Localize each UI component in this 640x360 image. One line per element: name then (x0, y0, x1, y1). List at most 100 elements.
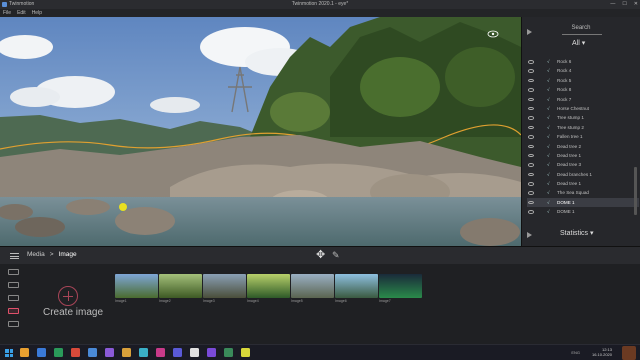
taskbar-app-icon[interactable] (88, 348, 97, 357)
scene-item[interactable]: √ Dead tree 1 (527, 151, 639, 160)
scene-item[interactable]: √ Tree stump 2 (527, 123, 639, 132)
taskbar-app-icon[interactable] (122, 348, 131, 357)
scene-item[interactable]: √ Rock 4 (527, 66, 639, 75)
taskbar-app-icon[interactable] (37, 348, 46, 357)
taskbar-apps (20, 348, 250, 357)
move-icon[interactable]: ✥ (316, 250, 325, 261)
export-icon[interactable] (8, 321, 19, 327)
bottom-toolbar: Media > Image ✥ ✎ (0, 246, 640, 264)
taskbar-app-icon[interactable] (241, 348, 250, 357)
scene-item[interactable]: √ Dead tree 3 (527, 160, 639, 169)
visibility-eye-icon[interactable] (528, 200, 534, 205)
scene-item-label: Dead tree 3 (557, 162, 582, 168)
image-thumbnail[interactable]: Image3 (203, 274, 246, 305)
taskbar-app-icon[interactable] (105, 348, 114, 357)
image-thumbnail[interactable]: Image5 (291, 274, 334, 305)
hamburger-menu-icon[interactable] (10, 253, 19, 259)
create-image-plus-icon[interactable] (58, 286, 78, 306)
taskbar-app-icon[interactable] (207, 348, 216, 357)
scene-item[interactable]: √ Tree stump 1 (527, 113, 639, 122)
scene-item[interactable]: √ Dead tree 2 (527, 142, 639, 151)
taskbar-app-icon[interactable] (20, 348, 29, 357)
adjust-icon[interactable] (8, 295, 19, 301)
scene-item[interactable]: √ Fallen tree 1 (527, 132, 639, 141)
scene-item[interactable]: √ Dead tree 1 (527, 179, 639, 188)
image-thumbnail[interactable]: Image7 (379, 274, 422, 305)
menu-bar: File Edit Help (0, 9, 640, 17)
visibility-eye-icon[interactable] (528, 135, 534, 139)
visibility-eye-icon[interactable] (528, 125, 534, 130)
tools-icon[interactable] (8, 282, 19, 288)
scene-item[interactable]: √ Rock 8 (527, 85, 639, 94)
taskbar-app-icon[interactable] (139, 348, 148, 357)
user-avatar[interactable] (622, 346, 636, 360)
scene-item-label: DOME 1 (557, 209, 575, 215)
os-taskbar: ENG 12:13 16.10.2020 (0, 344, 640, 360)
image-thumbnail[interactable]: Image6 (335, 274, 378, 305)
scene-item[interactable]: √ DOME 1 (527, 197, 639, 208)
taskbar-app-icon[interactable] (54, 348, 63, 357)
scene-item-label: Dead tree 1 (557, 152, 582, 158)
settings-icon[interactable] (8, 269, 19, 275)
scrollbar[interactable] (634, 167, 637, 215)
visibility-eye-icon[interactable] (528, 172, 534, 177)
minimize-button[interactable]: — (610, 0, 615, 9)
statistics-dropdown[interactable]: Statistics ▾ (560, 229, 593, 237)
scene-item-label: Fallen tree 1 (557, 134, 583, 140)
stats-expand-icon[interactable] (527, 232, 532, 238)
pen-icon[interactable]: ✎ (332, 250, 340, 261)
scene-item[interactable]: √ Rock 6 (527, 57, 639, 66)
image-thumbnail[interactable]: Image4 (247, 274, 290, 305)
expand-arrow-icon[interactable] (527, 29, 532, 35)
taskbar-app-icon[interactable] (173, 348, 182, 357)
visibility-eye-icon[interactable] (528, 69, 534, 73)
visibility-eye-icon[interactable] (528, 60, 534, 64)
tray-lang[interactable]: ENG (571, 350, 580, 355)
taskbar-app-icon[interactable] (224, 348, 233, 357)
visibility-eye-icon[interactable] (528, 88, 534, 92)
object-type-icon: √ (547, 190, 550, 196)
menu-help[interactable]: Help (32, 9, 42, 17)
menu-edit[interactable]: Edit (17, 9, 26, 17)
object-type-icon: √ (547, 209, 550, 215)
scene-item[interactable]: √ Rock 5 (527, 76, 639, 85)
thumbnail-preview (115, 274, 158, 298)
maximize-button[interactable]: ☐ (622, 0, 626, 9)
scene-item[interactable]: √ Dead branches 1 (527, 170, 639, 179)
search-field[interactable]: Search (542, 25, 620, 34)
image-thumbnail[interactable]: Image1 (115, 274, 158, 305)
menu-file[interactable]: File (3, 9, 11, 17)
scene-item[interactable]: √ The Sea Squad (527, 188, 639, 197)
3d-viewport[interactable] (0, 17, 521, 246)
breadcrumb-image[interactable]: Image (59, 251, 77, 258)
media-icon[interactable] (8, 308, 19, 314)
tray-clock[interactable]: 12:13 16.10.2020 (592, 347, 612, 357)
filter-dropdown[interactable]: All ▾ (572, 39, 585, 47)
scene-item[interactable]: √ Rock 7 (527, 95, 639, 104)
visibility-eye-icon[interactable] (528, 153, 534, 158)
scene-item[interactable]: √ Horse Chestnut (527, 104, 639, 113)
visibility-eye-icon[interactable] (528, 97, 534, 102)
visibility-eye-icon[interactable] (528, 106, 534, 111)
media-panel: Create image Image1 Image2 Image3 Image4 Ima… (0, 264, 640, 344)
visibility-eye-icon[interactable] (528, 116, 534, 120)
start-icon[interactable] (5, 349, 13, 357)
object-type-icon: √ (547, 59, 550, 64)
visibility-eye-icon[interactable] (528, 191, 534, 195)
visibility-eye-icon[interactable] (528, 163, 534, 167)
thumbnail-preview (291, 274, 334, 298)
window-title: Twinmotion 2020.1 - eye* (291, 1, 349, 7)
taskbar-app-icon[interactable] (156, 348, 165, 357)
close-button[interactable]: ✕ (634, 0, 638, 9)
visibility-eye-icon[interactable] (528, 144, 534, 149)
taskbar-app-icon[interactable] (190, 348, 199, 357)
taskbar-app-icon[interactable] (71, 348, 80, 357)
visibility-eye-icon[interactable] (528, 78, 534, 83)
scene-item[interactable]: √ DOME 1 (527, 207, 639, 216)
image-thumbnail[interactable]: Image2 (159, 274, 202, 305)
create-image-button[interactable]: Create image (43, 307, 103, 318)
visibility-eye-icon[interactable] (528, 210, 534, 214)
object-type-icon: √ (547, 134, 550, 140)
breadcrumb-media[interactable]: Media (27, 251, 45, 258)
visibility-eye-icon[interactable] (528, 182, 534, 186)
